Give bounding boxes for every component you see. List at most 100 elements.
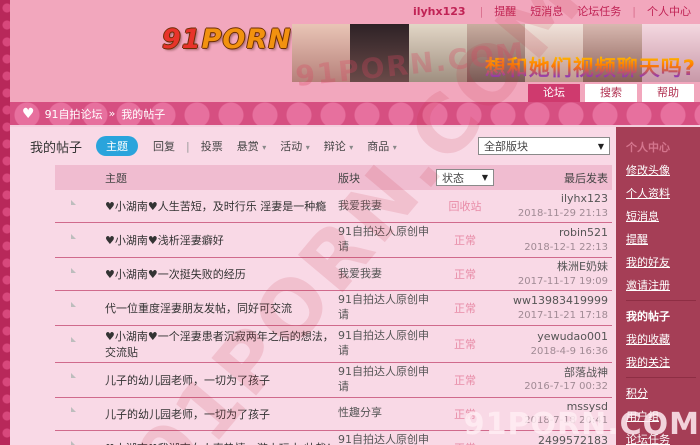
tab-topics[interactable]: 主题 (96, 136, 138, 156)
breadcrumb-separator: » (109, 107, 116, 120)
table-row: 代一位重度淫妻朋友发帖，同好可交流 91自拍达人原创申请 正常 ww139834… (55, 291, 612, 326)
thread-title[interactable]: ♥小湖南♥一个淫妻患者沉寂两年之后的想法，交流贴 (105, 328, 338, 360)
sidebar-link-我的好友[interactable]: 我的好友 (626, 254, 696, 270)
topbar-links: 提醒 短消息 论坛任务 (487, 3, 628, 19)
sidebar-section: 我的帖子我的收藏我的关注 (626, 300, 696, 370)
breadcrumb-current-page: 我的帖子 (121, 106, 165, 122)
thread-title[interactable]: ♥小湖南♥一次挺失败的经历 (105, 266, 338, 282)
thread-board-link[interactable]: 性趣分享 (338, 406, 434, 421)
thread-title[interactable]: 儿子的幼儿园老师，一切为了孩子 (105, 372, 338, 388)
sidebar-link-修改头像[interactable]: 修改头像 (626, 162, 696, 178)
filter-menu[interactable]: 商品 ▾ (367, 140, 397, 153)
filter-menus: 悬赏 ▾ 活动 ▾ 辩论 ▾ 商品 ▾ (230, 138, 404, 154)
last-poster[interactable]: 株洲E奶妹 (557, 260, 608, 273)
main-panel: 我的帖子 主题 回复 | 投票 悬赏 ▾活动 ▾辩论 ▾商品 ▾ 全部版块 ▼ … (10, 127, 616, 445)
thread-status: 正常 (454, 232, 476, 248)
caret-down-icon: ▾ (349, 143, 353, 152)
banner-photo-thumb (409, 24, 467, 82)
site-header: 91PORN 想和她们视频聊天吗? (10, 22, 700, 84)
thread-title[interactable]: 代一位重度淫妻朋友发帖，同好可交流 (105, 300, 338, 316)
board-select[interactable]: 全部版块 ▼ (478, 137, 610, 155)
breadcrumb: ♥ 91自拍论坛 » 我的帖子 (10, 102, 700, 127)
topbar-link[interactable]: 论坛任务 (577, 5, 621, 18)
last-poster[interactable]: robin521 (559, 226, 608, 239)
filter-menu[interactable]: 活动 ▾ (280, 140, 310, 153)
filter-menu[interactable]: 辩论 ▾ (324, 140, 354, 153)
table-body: ♥小湖南♥人生苦短，及时行乐 淫妻是一种瘾 我爱我妻 回收站 ilyhx123 … (55, 190, 612, 445)
tab-replies[interactable]: 回复 (153, 138, 175, 154)
filter-vote[interactable]: 投票 (201, 138, 223, 154)
ad-banner[interactable]: 想和她们视频聊天吗? (292, 24, 700, 82)
thread-status: 正常 (454, 300, 476, 316)
last-post-date: 2017-11-17 19:09 (518, 276, 608, 287)
last-poster[interactable]: ilyhx123 (561, 192, 608, 205)
last-poster[interactable]: 2499572183 (538, 434, 608, 445)
sidebar-link-我的收藏[interactable]: 我的收藏 (626, 331, 696, 347)
heart-icon: ♥ (22, 106, 35, 122)
topbar-link[interactable]: 短消息 (530, 5, 563, 18)
last-post-date: 2018-4-9 16:36 (531, 346, 608, 357)
username[interactable]: ilyhx123 (413, 5, 466, 18)
threads-table: 主题 版块 状态 ▼ 最后发表 ♥小湖南♥人生苦短，及时行乐 淫妻是一种瘾 我爱… (55, 165, 612, 445)
page: ilyhx123 | 提醒短消息论坛任务 | 个人中心 91PORN 想和她们视… (10, 0, 700, 445)
last-poster[interactable]: mssysd (567, 400, 608, 413)
last-post-date: 2018-12-1 22:13 (524, 242, 608, 253)
sidebar-link-我的关注[interactable]: 我的关注 (626, 354, 696, 370)
sidebar-link-用户组[interactable]: 用户组 (626, 408, 696, 424)
thread-board-link[interactable]: 我爱我妻 (338, 267, 434, 282)
sidebar-link-论坛任务[interactable]: 论坛任务 (626, 431, 696, 445)
col-subject: 主题 (105, 170, 338, 186)
breadcrumb-forum-link[interactable]: 91自拍论坛 (45, 106, 103, 122)
last-poster[interactable]: yewudao001 (537, 330, 608, 343)
banner-photo-thumb (350, 24, 408, 82)
divider: | (632, 5, 636, 18)
thread-board-link[interactable]: 91自拍达人原创申请 (338, 225, 434, 255)
thread-title[interactable]: ♥小湖南♥我湖南女人真热情，游山玩水 壮哉！ (105, 440, 338, 445)
table-header: 主题 版块 状态 ▼ 最后发表 (55, 165, 612, 190)
nav-tab-帮助[interactable]: 帮助 (642, 82, 694, 102)
status-select-value: 状态 (442, 170, 464, 186)
thread-board-link[interactable]: 91自拍达人原创申请 (338, 329, 434, 359)
nav-tab-搜索[interactable]: 搜索 (585, 82, 637, 102)
col-board: 版块 (338, 170, 434, 186)
table-row: 儿子的幼儿园老师，一切为了孩子 91自拍达人原创申请 正常 部落战神 2016-… (55, 363, 612, 398)
topbar-link-profile-center[interactable]: 个人中心 (647, 3, 691, 19)
thread-board-link[interactable]: 91自拍达人原创申请 (338, 433, 434, 445)
thread-board-link[interactable]: 我爱我妻 (338, 199, 434, 214)
sidebar: 个人中心修改头像个人资料短消息提醒我的好友邀请注册我的帖子我的收藏我的关注积分用… (616, 127, 700, 445)
thread-board-link[interactable]: 91自拍达人原创申请 (338, 293, 434, 323)
sidebar-link-短消息[interactable]: 短消息 (626, 208, 696, 224)
logo-91: 91 (162, 24, 202, 55)
table-row: ♥小湖南♥浅析淫妻癖好 91自拍达人原创申请 正常 robin521 2018-… (55, 223, 612, 258)
thread-board-link[interactable]: 91自拍达人原创申请 (338, 365, 434, 395)
main-nav: 论坛搜索帮助 (10, 84, 700, 102)
topbar-link[interactable]: 提醒 (494, 5, 516, 18)
top-user-bar: ilyhx123 | 提醒短消息论坛任务 | 个人中心 (10, 0, 700, 22)
thread-title[interactable]: ♥小湖南♥人生苦短，及时行乐 淫妻是一种瘾 (105, 198, 338, 214)
site-logo[interactable]: 91PORN (162, 26, 292, 53)
last-poster[interactable]: 部落战神 (564, 366, 608, 379)
thread-status: 正常 (454, 372, 476, 388)
content: 我的帖子 主题 回复 | 投票 悬赏 ▾活动 ▾辩论 ▾商品 ▾ 全部版块 ▼ … (10, 127, 700, 445)
filter-bar: 我的帖子 主题 回复 | 投票 悬赏 ▾活动 ▾辩论 ▾商品 ▾ 全部版块 ▼ (10, 127, 616, 163)
thread-status: 正常 (454, 266, 476, 282)
sidebar-link-提醒[interactable]: 提醒 (626, 231, 696, 247)
caret-down-icon: ▼ (482, 173, 488, 182)
thread-title[interactable]: 儿子的幼儿园老师，一切为了孩子 (105, 406, 338, 422)
sidebar-section-header: 我的帖子 (626, 308, 696, 324)
logo-porn: PORN (202, 24, 292, 55)
sidebar-link-个人资料[interactable]: 个人资料 (626, 185, 696, 201)
sidebar-link-积分[interactable]: 积分 (626, 385, 696, 401)
caret-down-icon: ▾ (262, 143, 266, 152)
status-select[interactable]: 状态 ▼ (436, 169, 494, 186)
caret-down-icon: ▾ (306, 143, 310, 152)
last-post-date: 2018-11-29 21:13 (518, 208, 608, 219)
filter-menu[interactable]: 悬赏 ▾ (237, 140, 267, 153)
thread-title[interactable]: ♥小湖南♥浅析淫妻癖好 (105, 232, 338, 248)
nav-tab-论坛[interactable]: 论坛 (528, 82, 580, 102)
sidebar-link-邀请注册[interactable]: 邀请注册 (626, 277, 696, 293)
last-post-date: 2016-7-17 00:32 (524, 381, 608, 392)
ad-banner-caption: 想和她们视频聊天吗? (485, 52, 696, 82)
last-poster[interactable]: ww13983419999 (513, 294, 608, 307)
thread-status: 正常 (454, 336, 476, 352)
